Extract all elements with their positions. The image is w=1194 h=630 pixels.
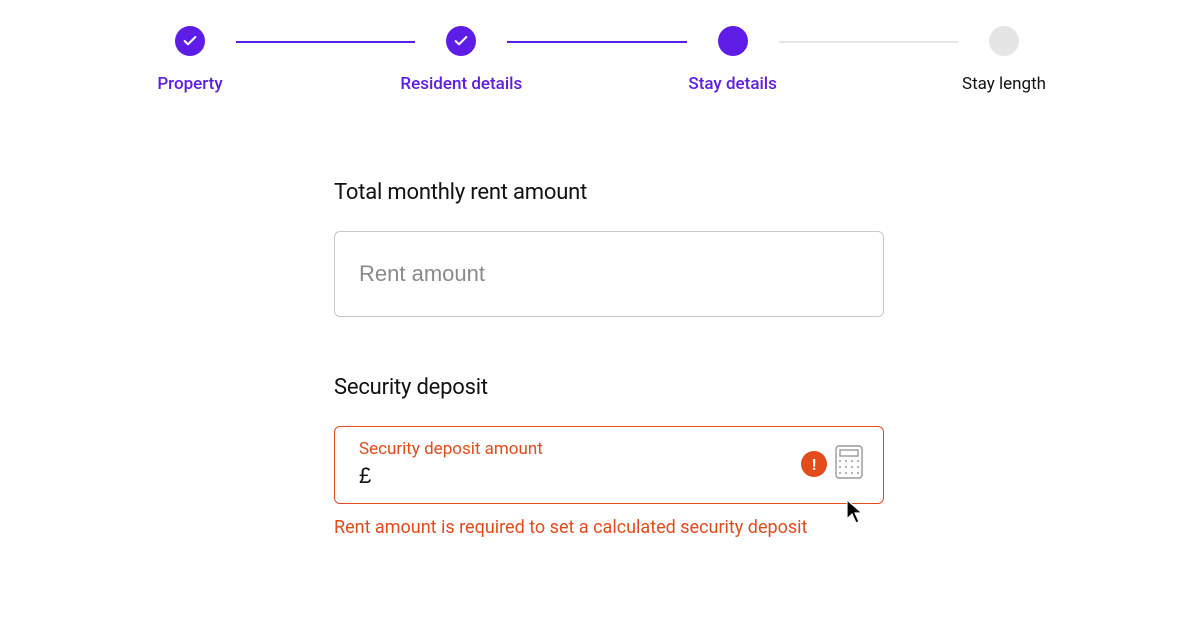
current-step-dot — [718, 26, 748, 56]
security-deposit-label: Security deposit — [334, 375, 884, 400]
pending-step-dot — [989, 26, 1019, 56]
deposit-text-area: Security deposit amount — [359, 439, 789, 489]
step-resident-details[interactable]: Resident details — [421, 26, 501, 94]
progress-stepper: Property Resident details Stay details S… — [150, 26, 1044, 94]
security-deposit-input-wrap[interactable]: Security deposit amount ! — [334, 426, 884, 504]
exclamation-icon: ! — [801, 451, 827, 477]
calculator-icon[interactable] — [835, 445, 863, 483]
deposit-error-message: Rent amount is required to set a calcula… — [334, 516, 844, 540]
step-label: Resident details — [400, 74, 522, 94]
step-label: Property — [157, 74, 222, 94]
rent-field-group: Total monthly rent amount — [334, 180, 884, 317]
rent-amount-label: Total monthly rent amount — [334, 180, 884, 205]
deposit-icons: ! — [801, 445, 863, 483]
stepper-connector — [236, 41, 415, 43]
step-stay-details[interactable]: Stay details — [693, 26, 773, 94]
security-deposit-input[interactable] — [359, 463, 789, 489]
stay-details-form: Total monthly rent amount Security depos… — [334, 180, 884, 540]
check-icon — [446, 26, 476, 56]
step-label: Stay length — [962, 74, 1046, 94]
step-property[interactable]: Property — [150, 26, 230, 94]
stepper-connector — [507, 41, 686, 43]
stepper-connector — [779, 41, 958, 43]
deposit-field-group: Security deposit Security deposit amount… — [334, 375, 884, 540]
step-stay-length[interactable]: Stay length — [964, 26, 1044, 94]
step-label: Stay details — [688, 74, 776, 94]
rent-amount-input[interactable] — [334, 231, 884, 317]
check-icon — [175, 26, 205, 56]
deposit-floating-label: Security deposit amount — [359, 439, 789, 459]
